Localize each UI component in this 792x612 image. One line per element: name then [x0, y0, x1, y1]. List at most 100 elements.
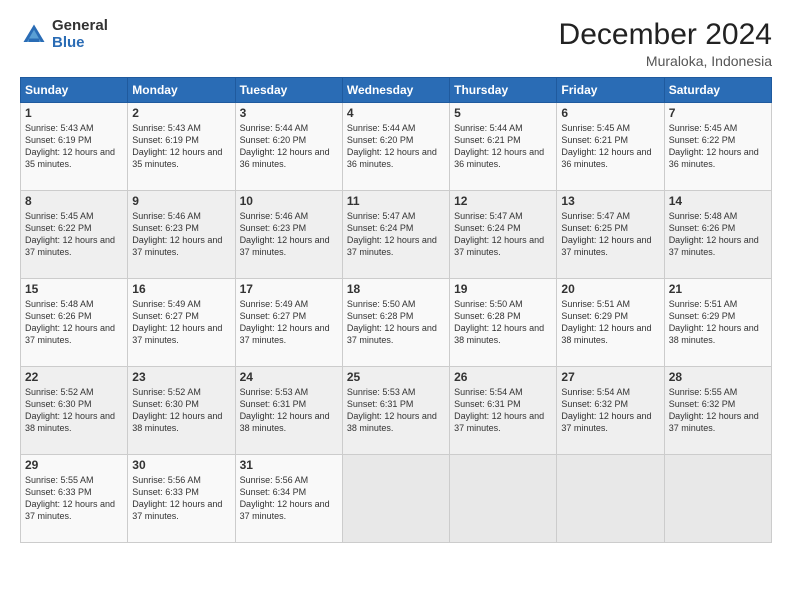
- day-info: Sunrise: 5:55 AMSunset: 6:33 PMDaylight:…: [25, 475, 115, 521]
- day-info: Sunrise: 5:45 AMSunset: 6:22 PMDaylight:…: [669, 123, 759, 169]
- day-number: 13: [561, 194, 659, 208]
- day-number: 11: [347, 194, 445, 208]
- day-info: Sunrise: 5:54 AMSunset: 6:31 PMDaylight:…: [454, 387, 544, 433]
- day-number: 31: [240, 458, 338, 472]
- day-info: Sunrise: 5:50 AMSunset: 6:28 PMDaylight:…: [347, 299, 437, 345]
- calendar-cell: 17 Sunrise: 5:49 AMSunset: 6:27 PMDaylig…: [235, 279, 342, 367]
- day-info: Sunrise: 5:44 AMSunset: 6:20 PMDaylight:…: [347, 123, 437, 169]
- calendar-cell: 27 Sunrise: 5:54 AMSunset: 6:32 PMDaylig…: [557, 367, 664, 455]
- main-title: December 2024: [559, 18, 772, 51]
- day-info: Sunrise: 5:53 AMSunset: 6:31 PMDaylight:…: [347, 387, 437, 433]
- day-info: Sunrise: 5:44 AMSunset: 6:21 PMDaylight:…: [454, 123, 544, 169]
- calendar-cell: 20 Sunrise: 5:51 AMSunset: 6:29 PMDaylig…: [557, 279, 664, 367]
- calendar: Sunday Monday Tuesday Wednesday Thursday…: [20, 77, 772, 543]
- day-number: 26: [454, 370, 552, 384]
- day-number: 10: [240, 194, 338, 208]
- header-saturday: Saturday: [664, 78, 771, 103]
- day-number: 3: [240, 106, 338, 120]
- day-number: 17: [240, 282, 338, 296]
- calendar-week-3: 15 Sunrise: 5:48 AMSunset: 6:26 PMDaylig…: [21, 279, 772, 367]
- calendar-cell: 5 Sunrise: 5:44 AMSunset: 6:21 PMDayligh…: [450, 103, 557, 191]
- header-sunday: Sunday: [21, 78, 128, 103]
- day-number: 24: [240, 370, 338, 384]
- page: General Blue December 2024 Muraloka, Ind…: [0, 0, 792, 612]
- day-info: Sunrise: 5:52 AMSunset: 6:30 PMDaylight:…: [132, 387, 222, 433]
- day-number: 14: [669, 194, 767, 208]
- day-info: Sunrise: 5:46 AMSunset: 6:23 PMDaylight:…: [132, 211, 222, 257]
- calendar-week-1: 1 Sunrise: 5:43 AMSunset: 6:19 PMDayligh…: [21, 103, 772, 191]
- calendar-cell: 19 Sunrise: 5:50 AMSunset: 6:28 PMDaylig…: [450, 279, 557, 367]
- day-number: 22: [25, 370, 123, 384]
- calendar-cell: 25 Sunrise: 5:53 AMSunset: 6:31 PMDaylig…: [342, 367, 449, 455]
- day-info: Sunrise: 5:49 AMSunset: 6:27 PMDaylight:…: [240, 299, 330, 345]
- day-number: 4: [347, 106, 445, 120]
- day-number: 6: [561, 106, 659, 120]
- calendar-cell: 4 Sunrise: 5:44 AMSunset: 6:20 PMDayligh…: [342, 103, 449, 191]
- day-number: 27: [561, 370, 659, 384]
- day-info: Sunrise: 5:51 AMSunset: 6:29 PMDaylight:…: [561, 299, 651, 345]
- calendar-cell: 11 Sunrise: 5:47 AMSunset: 6:24 PMDaylig…: [342, 191, 449, 279]
- day-info: Sunrise: 5:45 AMSunset: 6:21 PMDaylight:…: [561, 123, 651, 169]
- calendar-cell: 8 Sunrise: 5:45 AMSunset: 6:22 PMDayligh…: [21, 191, 128, 279]
- calendar-cell: 21 Sunrise: 5:51 AMSunset: 6:29 PMDaylig…: [664, 279, 771, 367]
- day-info: Sunrise: 5:47 AMSunset: 6:25 PMDaylight:…: [561, 211, 651, 257]
- calendar-week-5: 29 Sunrise: 5:55 AMSunset: 6:33 PMDaylig…: [21, 455, 772, 543]
- day-number: 18: [347, 282, 445, 296]
- header: General Blue December 2024 Muraloka, Ind…: [20, 18, 772, 69]
- calendar-cell: 10 Sunrise: 5:46 AMSunset: 6:23 PMDaylig…: [235, 191, 342, 279]
- calendar-cell: 3 Sunrise: 5:44 AMSunset: 6:20 PMDayligh…: [235, 103, 342, 191]
- day-info: Sunrise: 5:55 AMSunset: 6:32 PMDaylight:…: [669, 387, 759, 433]
- day-number: 5: [454, 106, 552, 120]
- subtitle: Muraloka, Indonesia: [559, 53, 772, 69]
- day-info: Sunrise: 5:48 AMSunset: 6:26 PMDaylight:…: [25, 299, 115, 345]
- logo: General Blue: [20, 18, 108, 51]
- calendar-cell: 9 Sunrise: 5:46 AMSunset: 6:23 PMDayligh…: [128, 191, 235, 279]
- calendar-cell: [450, 455, 557, 543]
- day-number: 20: [561, 282, 659, 296]
- day-number: 21: [669, 282, 767, 296]
- title-area: December 2024 Muraloka, Indonesia: [559, 18, 772, 69]
- day-number: 9: [132, 194, 230, 208]
- logo-general: General: [52, 18, 108, 35]
- day-info: Sunrise: 5:51 AMSunset: 6:29 PMDaylight:…: [669, 299, 759, 345]
- logo-blue: Blue: [52, 35, 108, 52]
- calendar-cell: 6 Sunrise: 5:45 AMSunset: 6:21 PMDayligh…: [557, 103, 664, 191]
- day-number: 1: [25, 106, 123, 120]
- day-number: 15: [25, 282, 123, 296]
- calendar-week-4: 22 Sunrise: 5:52 AMSunset: 6:30 PMDaylig…: [21, 367, 772, 455]
- day-info: Sunrise: 5:45 AMSunset: 6:22 PMDaylight:…: [25, 211, 115, 257]
- calendar-cell: 31 Sunrise: 5:56 AMSunset: 6:34 PMDaylig…: [235, 455, 342, 543]
- day-number: 19: [454, 282, 552, 296]
- day-info: Sunrise: 5:47 AMSunset: 6:24 PMDaylight:…: [454, 211, 544, 257]
- calendar-cell: 13 Sunrise: 5:47 AMSunset: 6:25 PMDaylig…: [557, 191, 664, 279]
- calendar-cell: 12 Sunrise: 5:47 AMSunset: 6:24 PMDaylig…: [450, 191, 557, 279]
- day-info: Sunrise: 5:56 AMSunset: 6:34 PMDaylight:…: [240, 475, 330, 521]
- calendar-cell: 28 Sunrise: 5:55 AMSunset: 6:32 PMDaylig…: [664, 367, 771, 455]
- calendar-cell: 24 Sunrise: 5:53 AMSunset: 6:31 PMDaylig…: [235, 367, 342, 455]
- header-friday: Friday: [557, 78, 664, 103]
- day-number: 8: [25, 194, 123, 208]
- header-wednesday: Wednesday: [342, 78, 449, 103]
- day-info: Sunrise: 5:43 AMSunset: 6:19 PMDaylight:…: [132, 123, 222, 169]
- calendar-cell: [664, 455, 771, 543]
- day-number: 2: [132, 106, 230, 120]
- day-info: Sunrise: 5:52 AMSunset: 6:30 PMDaylight:…: [25, 387, 115, 433]
- logo-icon: [20, 21, 48, 49]
- day-number: 7: [669, 106, 767, 120]
- calendar-cell: 22 Sunrise: 5:52 AMSunset: 6:30 PMDaylig…: [21, 367, 128, 455]
- calendar-cell: 29 Sunrise: 5:55 AMSunset: 6:33 PMDaylig…: [21, 455, 128, 543]
- day-info: Sunrise: 5:53 AMSunset: 6:31 PMDaylight:…: [240, 387, 330, 433]
- calendar-cell: 1 Sunrise: 5:43 AMSunset: 6:19 PMDayligh…: [21, 103, 128, 191]
- calendar-week-2: 8 Sunrise: 5:45 AMSunset: 6:22 PMDayligh…: [21, 191, 772, 279]
- logo-text: General Blue: [52, 18, 108, 51]
- calendar-cell: [557, 455, 664, 543]
- day-number: 28: [669, 370, 767, 384]
- day-number: 12: [454, 194, 552, 208]
- day-info: Sunrise: 5:46 AMSunset: 6:23 PMDaylight:…: [240, 211, 330, 257]
- day-info: Sunrise: 5:47 AMSunset: 6:24 PMDaylight:…: [347, 211, 437, 257]
- day-info: Sunrise: 5:43 AMSunset: 6:19 PMDaylight:…: [25, 123, 115, 169]
- calendar-header: Sunday Monday Tuesday Wednesday Thursday…: [21, 78, 772, 103]
- calendar-cell: 23 Sunrise: 5:52 AMSunset: 6:30 PMDaylig…: [128, 367, 235, 455]
- calendar-body: 1 Sunrise: 5:43 AMSunset: 6:19 PMDayligh…: [21, 103, 772, 543]
- calendar-cell: 16 Sunrise: 5:49 AMSunset: 6:27 PMDaylig…: [128, 279, 235, 367]
